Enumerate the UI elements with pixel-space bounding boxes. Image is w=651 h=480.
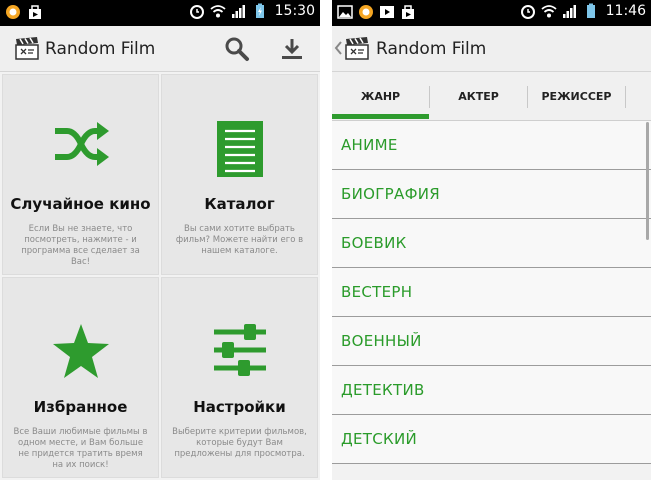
app-title: Random Film xyxy=(376,39,487,59)
wifi-icon xyxy=(541,5,557,18)
tile-description: Если Вы не знаете, что посмотреть, нажми… xyxy=(21,224,140,267)
image-icon xyxy=(337,5,353,19)
catalog-tile[interactable]: Каталог Вы сами хотите выбрать фильм? Мо… xyxy=(161,74,318,275)
tile-description: Вы сами хотите выбрать фильм? Можете най… xyxy=(175,224,304,256)
status-bar: 15:30 xyxy=(0,0,320,26)
notification-circle-icon xyxy=(359,5,373,19)
genre-list-item[interactable]: ДЕТЕКТИВ xyxy=(332,366,651,415)
alarm-icon xyxy=(189,5,204,19)
tab-divider xyxy=(625,86,626,108)
scrollbar[interactable] xyxy=(646,122,649,240)
battery-charging-icon xyxy=(255,3,264,18)
favorites-tile[interactable]: Избранное Все Ваши любимые фильмы в одно… xyxy=(2,277,159,478)
status-clock: 15:30 xyxy=(274,3,315,19)
genre-list-item[interactable]: АНИМЕ xyxy=(332,121,651,170)
clapperboard-icon[interactable] xyxy=(344,36,370,60)
list-icon xyxy=(216,121,263,177)
status-clock: 11:46 xyxy=(605,3,646,19)
tile-title: Случайное кино xyxy=(10,195,151,213)
battery-icon xyxy=(586,3,595,18)
search-icon[interactable] xyxy=(224,36,250,62)
bag-icon xyxy=(29,5,41,19)
play-icon xyxy=(380,6,394,18)
genre-list-item[interactable]: БОЕВИК xyxy=(332,219,651,268)
genre-list-item[interactable]: ВЕСТЕРН xyxy=(332,268,651,317)
main-menu-screen: 15:30 Random Film Случайное кино Если Вы… xyxy=(0,0,320,480)
action-bar: Random Film xyxy=(0,26,320,72)
back-chevron-icon[interactable] xyxy=(334,40,342,56)
clapperboard-icon xyxy=(15,37,39,60)
genre-list-item[interactable]: БИОГРАФИЯ xyxy=(332,170,651,219)
random-film-tile[interactable]: Случайное кино Если Вы не знаете, что по… xyxy=(2,74,159,275)
app-title: Random Film xyxy=(45,39,156,59)
genre-list-item[interactable]: ВОЕННЫЙ xyxy=(332,317,651,366)
notification-circle-icon xyxy=(6,5,20,19)
sliders-icon xyxy=(213,324,266,376)
download-icon[interactable] xyxy=(280,36,304,62)
genre-list: АНИМЕ БИОГРАФИЯ БОЕВИК ВЕСТЕРН ВОЕННЫЙ Д… xyxy=(332,121,651,464)
tile-title: Каталог xyxy=(204,195,275,213)
shuffle-icon xyxy=(54,122,109,166)
tile-title: Избранное xyxy=(33,398,128,416)
genre-list-item[interactable]: ДЕТСКИЙ xyxy=(332,415,651,464)
status-bar: 11:46 xyxy=(332,0,651,26)
selected-tab-indicator xyxy=(332,114,429,119)
settings-tile[interactable]: Настройки Выберите критерии фильмов, кот… xyxy=(161,277,318,478)
bag-icon xyxy=(402,5,414,19)
tile-description: Выберите критерии фильмов, которые будут… xyxy=(172,427,307,459)
alarm-icon xyxy=(520,5,535,19)
signal-icon xyxy=(231,5,245,18)
tab-director[interactable]: РЕЖИССЕР xyxy=(528,72,625,121)
genre-list-screen: 11:46 Random Film ЖАНР АКТЕР РЕЖИССЕР АН… xyxy=(332,0,651,480)
tab-actor[interactable]: АКТЕР xyxy=(430,72,527,121)
action-bar: Random Film xyxy=(332,26,651,72)
tile-description: Все Ваши любимые фильмы в одном месте, и… xyxy=(13,427,148,470)
wifi-icon xyxy=(210,5,226,18)
star-icon xyxy=(52,324,109,378)
tile-title: Настройки xyxy=(193,398,286,416)
signal-icon xyxy=(562,5,576,18)
